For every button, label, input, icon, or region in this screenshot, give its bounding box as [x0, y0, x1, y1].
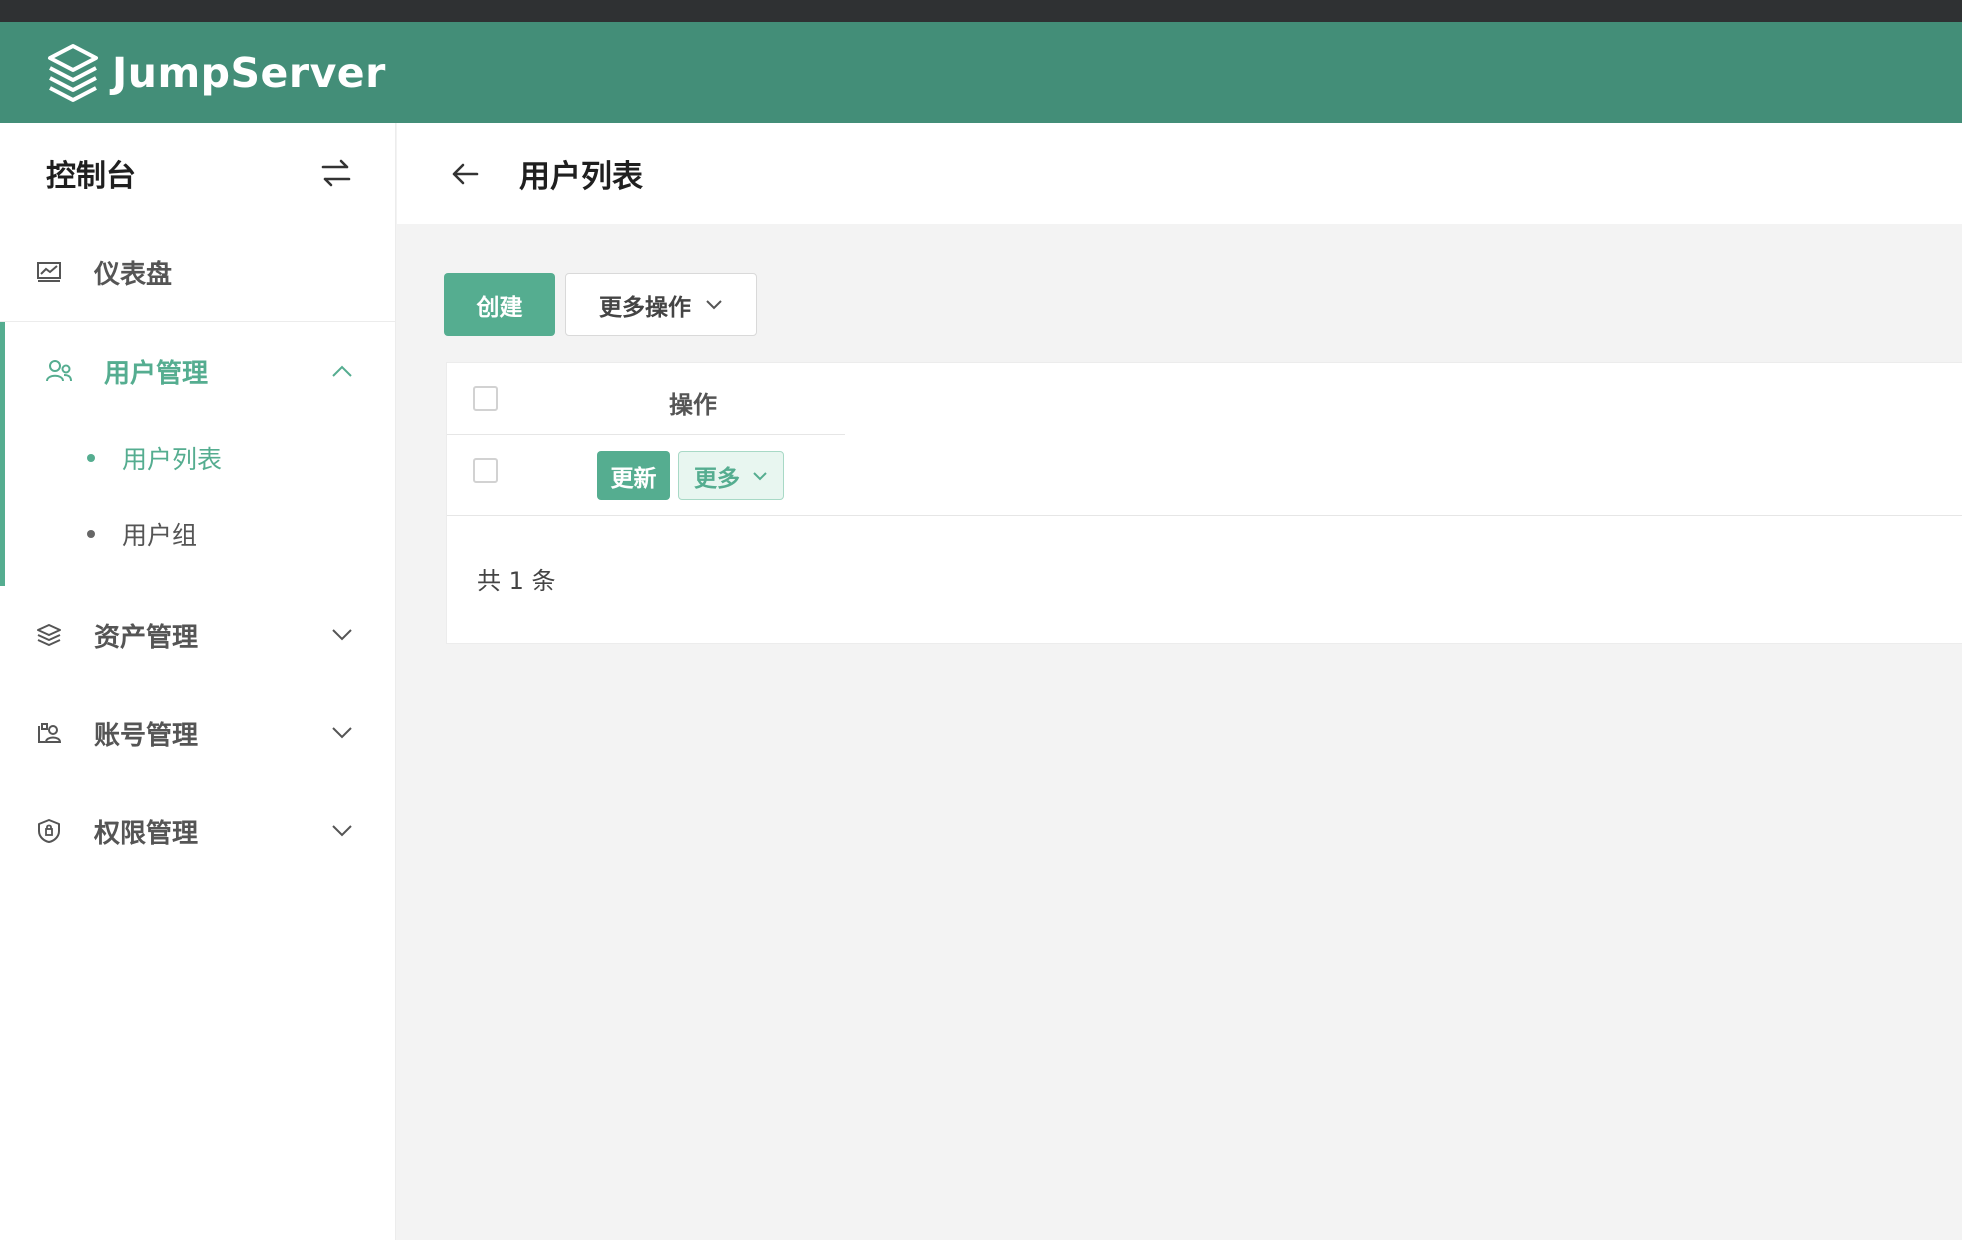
switch-view-icon[interactable]	[319, 156, 353, 190]
sidebar-item-label: 账号管理	[94, 720, 199, 751]
shield-icon	[34, 816, 64, 846]
sidebar-item-dashboard[interactable]: 仪表盘	[0, 223, 395, 321]
sidebar-subitem-user-list[interactable]: 用户列表	[5, 420, 395, 496]
sidebar-item-asset-management[interactable]: 资产管理	[0, 586, 395, 684]
window-top-bar	[0, 0, 1962, 22]
sidebar-item-label: 用户管理	[104, 358, 209, 389]
sidebar: 控制台 仪表盘 用户管理 用户列表 用户组 资产管理 账号管理 权限管理	[0, 123, 396, 1240]
sidebar-item-label: 资产管理	[94, 622, 199, 653]
sidebar-item-account-management[interactable]: 账号管理	[0, 684, 395, 782]
sidebar-item-label: 权限管理	[94, 818, 199, 849]
sidebar-title: 控制台	[46, 159, 136, 194]
sidebar-item-permission-management[interactable]: 权限管理	[0, 782, 395, 880]
sidebar-item-label: 仪表盘	[94, 259, 173, 290]
bullet-dot	[87, 530, 95, 538]
chevron-up-icon[interactable]	[331, 364, 353, 378]
chevron-down-icon	[753, 471, 767, 480]
select-all-checkbox[interactable]	[473, 386, 498, 411]
more-actions-label: 更多操作	[599, 293, 691, 320]
row-more-button[interactable]: 更多	[678, 451, 784, 500]
chevron-down-icon	[706, 299, 722, 309]
update-button[interactable]: 更新	[597, 451, 670, 500]
table-header-row: 操作	[447, 363, 845, 435]
account-icon	[34, 718, 64, 748]
sidebar-subitem-label: 用户组	[122, 521, 198, 550]
row-more-label: 更多	[694, 465, 740, 492]
users-icon	[44, 356, 74, 386]
user-table-card: 操作 更新 更多 共 1 条	[446, 362, 1962, 644]
sidebar-group-user-management: 用户管理 用户列表 用户组	[0, 322, 395, 586]
layers-icon	[34, 620, 64, 650]
chevron-down-icon[interactable]	[331, 726, 353, 740]
bullet-dot	[87, 454, 95, 462]
dashboard-icon	[34, 257, 64, 287]
sidebar-subitem-label: 用户列表	[122, 445, 223, 474]
chevron-down-icon[interactable]	[331, 824, 353, 838]
pagination-total: 共 1 条	[477, 567, 556, 595]
brand-name: JumpServer	[112, 48, 386, 97]
page-header: 用户列表	[397, 123, 1962, 224]
create-button[interactable]: 创建	[444, 273, 555, 336]
more-actions-button[interactable]: 更多操作	[565, 273, 757, 336]
app-header: JumpServer	[0, 22, 1962, 123]
chevron-down-icon[interactable]	[331, 628, 353, 642]
sidebar-header: 控制台	[0, 123, 395, 223]
back-arrow-icon[interactable]	[449, 158, 481, 190]
sidebar-subitem-user-group[interactable]: 用户组	[5, 496, 395, 572]
table-row: 更新 更多	[447, 436, 1962, 516]
sidebar-item-user-management[interactable]: 用户管理	[5, 322, 395, 420]
column-header-actions: 操作	[669, 391, 717, 419]
row-checkbox[interactable]	[473, 458, 498, 483]
jumpserver-logo-icon[interactable]	[46, 43, 100, 103]
page-title: 用户列表	[519, 159, 643, 195]
